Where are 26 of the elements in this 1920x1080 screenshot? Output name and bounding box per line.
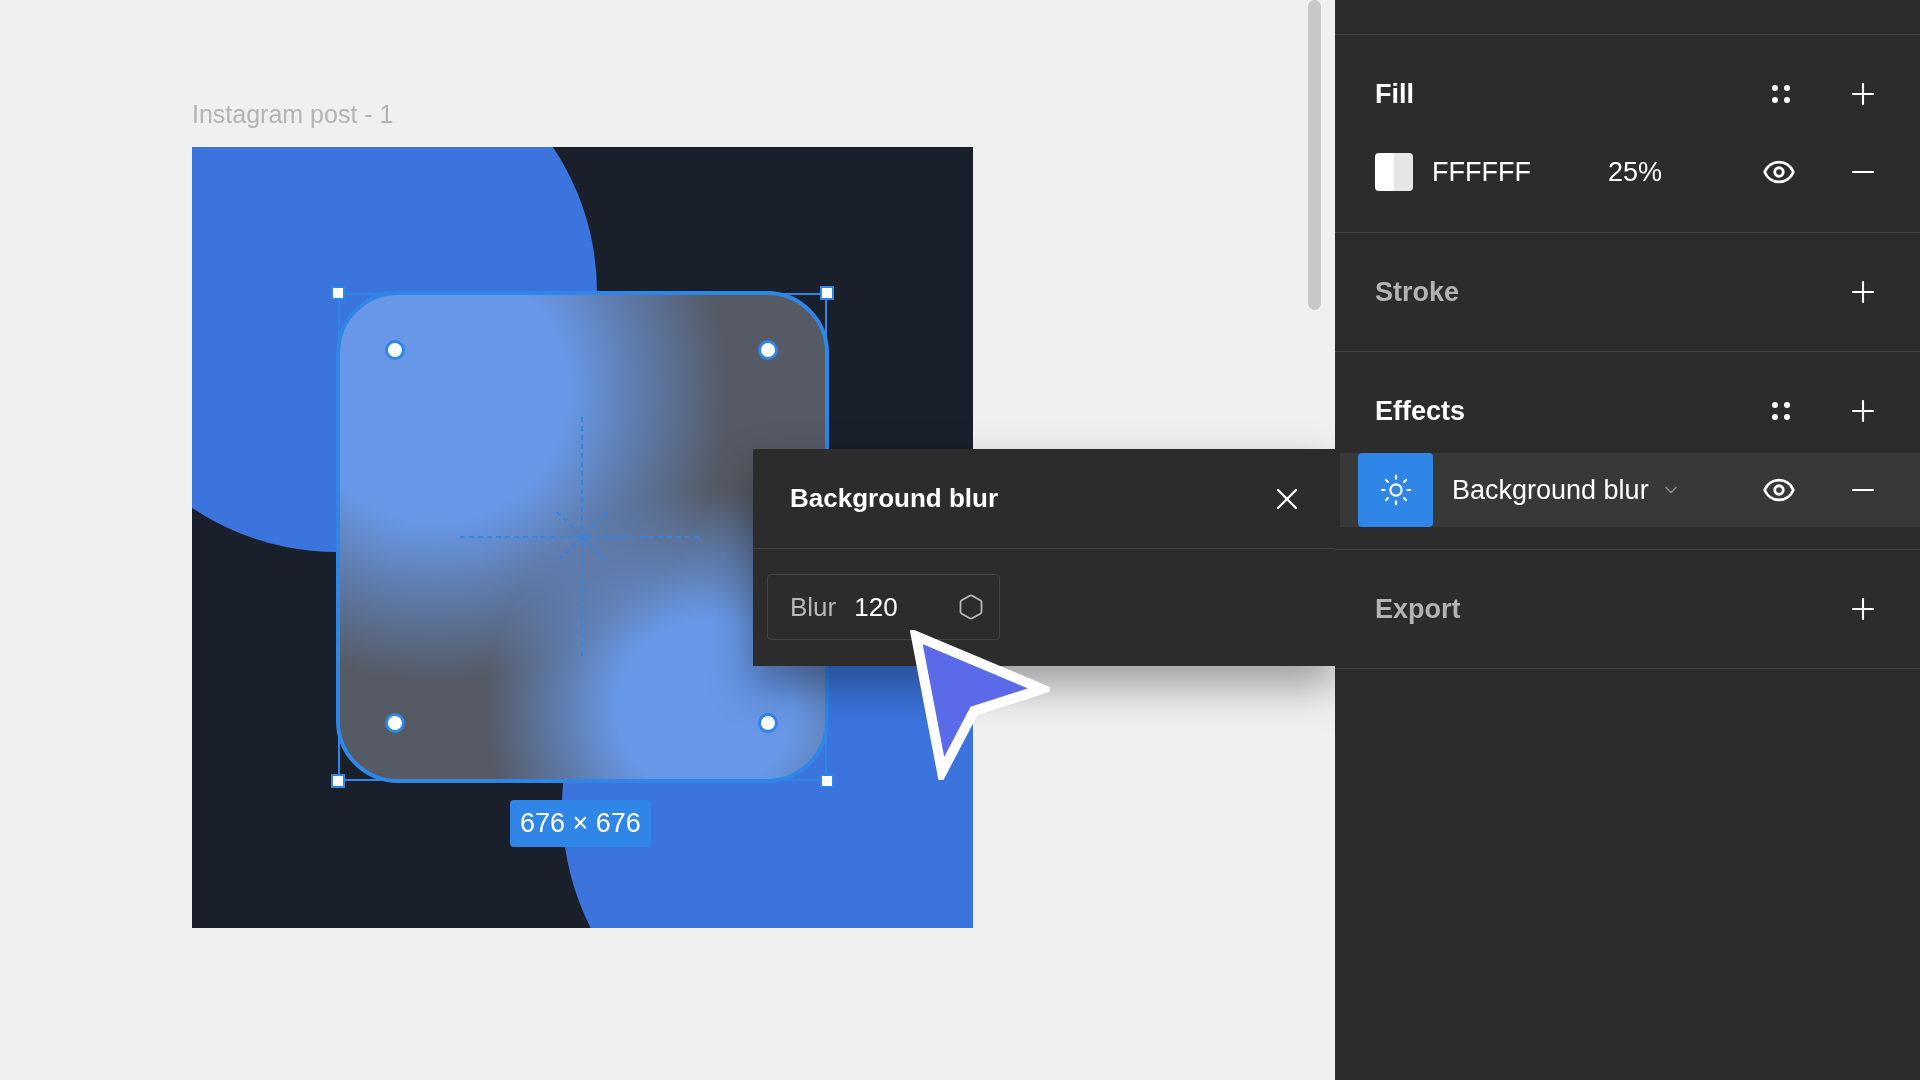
styles-icon[interactable] xyxy=(1770,400,1792,422)
section-title: Fill xyxy=(1375,77,1415,111)
center-crosshair-icon xyxy=(460,417,704,657)
opacity-value[interactable]: 25% xyxy=(1608,151,1762,193)
effect-type-button[interactable] xyxy=(1358,453,1433,527)
scrollbar[interactable] xyxy=(1308,0,1321,310)
section-title: Export xyxy=(1375,592,1462,626)
field-label: Blur xyxy=(790,590,837,624)
resize-handle[interactable] xyxy=(820,774,834,788)
hexagon-icon[interactable] xyxy=(957,593,985,621)
blur-field[interactable]: Blur 120 xyxy=(767,574,1000,640)
field-value: 120 xyxy=(854,590,899,624)
resize-handle[interactable] xyxy=(331,286,345,300)
section-title: Stroke xyxy=(1375,275,1461,309)
sun-icon xyxy=(1378,473,1413,507)
section-title: Effects xyxy=(1375,394,1467,428)
popup-title: Background blur xyxy=(790,482,998,515)
styles-icon[interactable] xyxy=(1770,83,1792,105)
effect-row[interactable]: Background blur xyxy=(1340,453,1920,527)
hex-value[interactable]: FFFFFF xyxy=(1432,151,1608,193)
color-swatch[interactable] xyxy=(1375,153,1413,191)
dimension-label: 676 × 676 xyxy=(510,800,651,847)
cursor-icon xyxy=(910,630,1050,780)
resize-handle[interactable] xyxy=(331,774,345,788)
effect-name[interactable]: Background blur xyxy=(1452,469,1649,511)
resize-handle[interactable] xyxy=(820,286,834,300)
